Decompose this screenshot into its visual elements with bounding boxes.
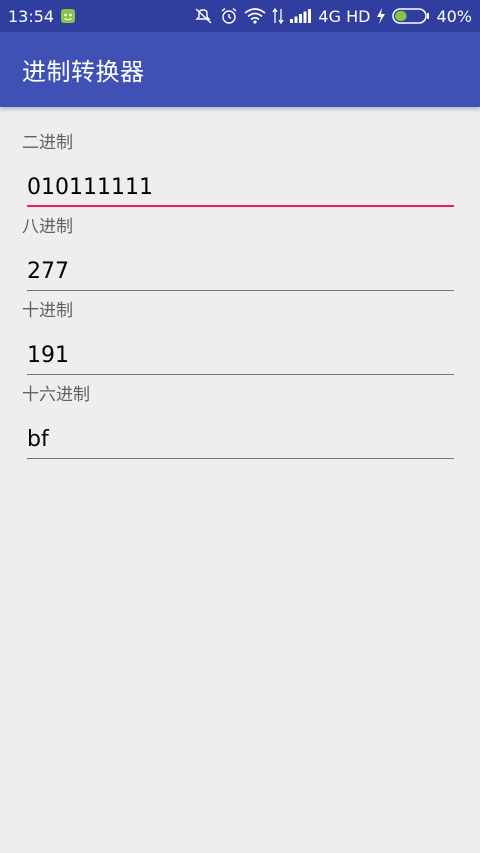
alarm-icon — [220, 7, 238, 25]
charging-icon — [376, 8, 386, 24]
battery-icon — [392, 8, 430, 24]
battery-percent-text: 40% — [436, 6, 472, 26]
converter-form: 二进制 八进制 十进制 十六进制 — [0, 107, 480, 459]
notification-app-icon — [60, 8, 76, 24]
hex-field-group: 十六进制 — [22, 383, 454, 459]
hex-input[interactable] — [27, 415, 454, 459]
binary-input[interactable] — [27, 163, 454, 207]
octal-label: 八进制 — [22, 217, 73, 237]
decimal-field-group: 十进制 — [22, 299, 454, 375]
data-arrows-icon — [272, 8, 284, 24]
clock-text: 13:54 — [8, 6, 55, 26]
signal-icon — [290, 9, 312, 23]
binary-field-group: 二进制 — [22, 131, 454, 207]
hex-label: 十六进制 — [22, 385, 90, 405]
binary-label: 二进制 — [22, 133, 73, 153]
decimal-input[interactable] — [27, 331, 454, 375]
wifi-icon — [244, 8, 266, 24]
status-bar: 13:54 4G HD 40% — [0, 0, 480, 32]
network-type-text: 4G HD — [318, 6, 371, 26]
mute-icon — [194, 7, 214, 25]
octal-field-group: 八进制 — [22, 215, 454, 291]
decimal-label: 十进制 — [22, 301, 73, 321]
octal-input[interactable] — [27, 247, 454, 291]
app-title: 进制转换器 — [22, 58, 145, 86]
app-bar: 进制转换器 — [0, 32, 480, 107]
